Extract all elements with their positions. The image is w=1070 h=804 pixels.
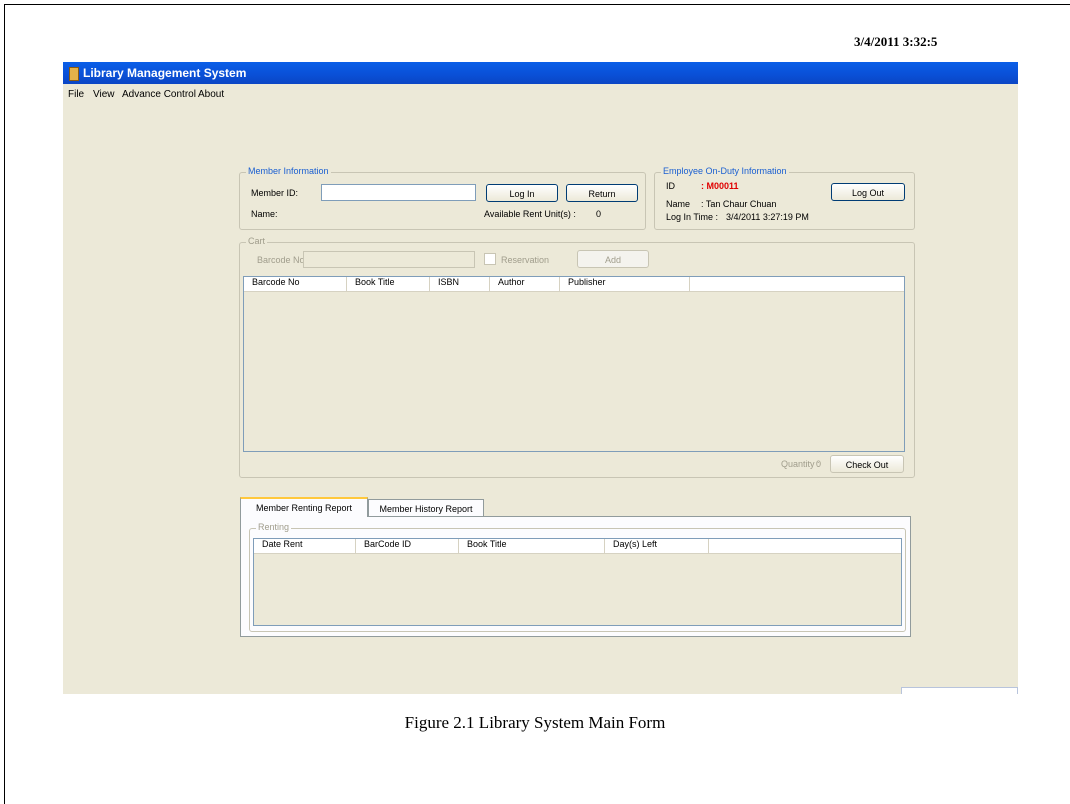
quantity-label: Quantity : — [781, 459, 820, 469]
reservation-label: Reservation — [501, 255, 550, 265]
tab-panel: Renting Date Rent BarCode ID Book Title … — [240, 516, 911, 637]
menu-bar: File View Advance Control About — [63, 86, 1018, 104]
tab-member-renting-report[interactable]: Member Renting Report — [240, 497, 368, 517]
employee-name-label: Name — [666, 199, 691, 209]
datetime-display: 3/4/2011 3:32:5 — [854, 34, 938, 49]
member-id-label: Member ID: — [251, 188, 299, 198]
col-renting-book-title[interactable]: Book Title — [459, 539, 605, 553]
col-barcode-id[interactable]: BarCode ID — [356, 539, 459, 553]
renting-list[interactable]: Date Rent BarCode ID Book Title Day(s) L… — [253, 538, 902, 626]
logout-button[interactable]: Log Out — [831, 183, 905, 201]
title-bar[interactable]: Library Management System — [63, 62, 1018, 84]
employee-id-label: ID — [666, 181, 675, 191]
col-book-title[interactable]: Book Title — [347, 277, 430, 291]
taskbar-fragment — [901, 687, 1018, 694]
employee-id-value: : M00011 — [701, 181, 739, 191]
barcode-input[interactable] — [303, 251, 475, 268]
menu-file[interactable]: File — [68, 89, 84, 100]
app-window: Library Management System File View Adva… — [63, 62, 1018, 694]
available-rent-label: Available Rent Unit(s) : — [484, 209, 576, 219]
col-date-rent[interactable]: Date Rent — [254, 539, 356, 553]
available-rent-value: 0 — [596, 209, 602, 219]
tab-member-history-report[interactable]: Member History Report — [368, 499, 484, 517]
cart-legend: Cart — [246, 236, 268, 246]
employee-info-legend: Employee On-Duty Information — [661, 166, 789, 176]
renting-legend: Renting — [256, 522, 292, 532]
col-author[interactable]: Author — [490, 277, 560, 291]
renting-list-header: Date Rent BarCode ID Book Title Day(s) L… — [254, 539, 901, 554]
menu-about[interactable]: About — [198, 89, 224, 100]
employee-name-value: : Tan Chaur Chuan — [701, 199, 777, 209]
reservation-checkbox[interactable] — [484, 253, 496, 265]
add-button[interactable]: Add — [577, 250, 649, 268]
app-book-icon — [69, 67, 79, 81]
figure-caption: Figure 2.1 Library System Main Form — [404, 713, 666, 732]
quantity-value: 0 — [816, 459, 822, 469]
member-id-input[interactable] — [321, 184, 476, 201]
menu-view[interactable]: View — [93, 89, 115, 100]
checkout-button[interactable]: Check Out — [830, 455, 904, 473]
login-button[interactable]: Log In — [486, 184, 558, 202]
col-publisher[interactable]: Publisher — [560, 277, 690, 291]
member-info-legend: Member Information — [246, 166, 331, 176]
cart-list[interactable]: Barcode No Book Title ISBN Author Publis… — [243, 276, 905, 452]
cart-list-header: Barcode No Book Title ISBN Author Publis… — [244, 277, 904, 292]
window-title: Library Management System — [83, 66, 247, 80]
login-time-label: Log In Time : — [666, 212, 719, 222]
col-isbn[interactable]: ISBN — [430, 277, 490, 291]
col-days-left[interactable]: Day(s) Left — [605, 539, 709, 553]
member-name-label: Name: — [251, 209, 278, 219]
barcode-label: Barcode No. — [257, 255, 308, 265]
menu-advance-control[interactable]: Advance Control — [122, 89, 196, 100]
col-barcode-no[interactable]: Barcode No — [244, 277, 347, 291]
login-time-value: 3/4/2011 3:27:19 PM — [726, 212, 809, 222]
return-button[interactable]: Return — [566, 184, 638, 202]
